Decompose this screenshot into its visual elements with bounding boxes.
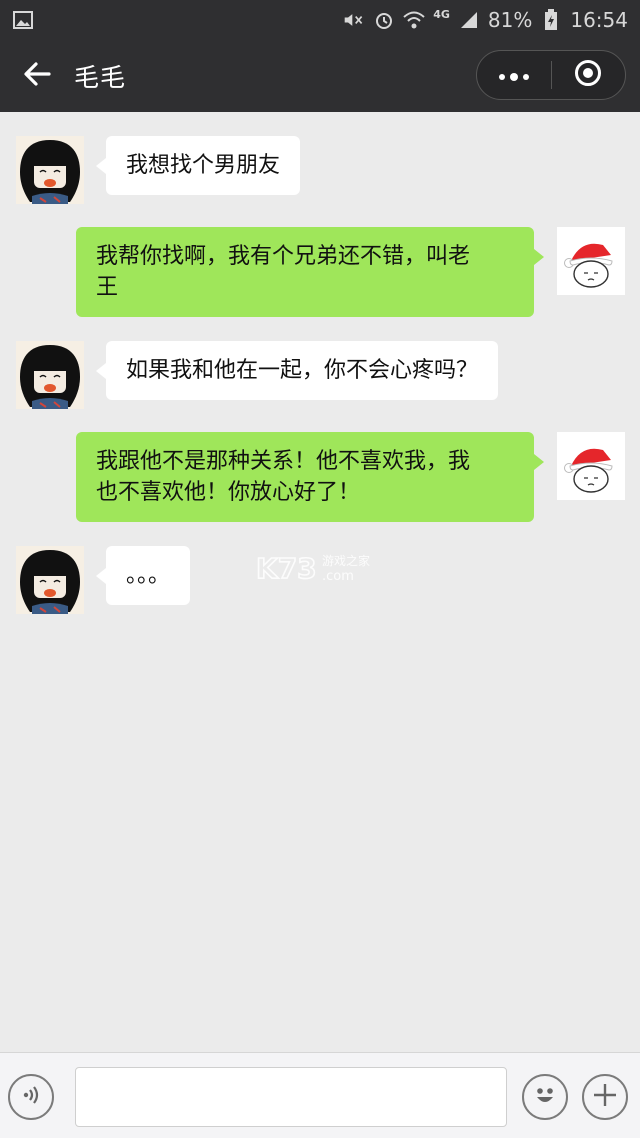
- image-icon: [12, 10, 34, 30]
- more-button[interactable]: [477, 51, 551, 99]
- message-bubble-incoming[interactable]: 如果我和他在一起，你不会心疼吗？: [95, 341, 499, 400]
- input-bar: [0, 1052, 640, 1138]
- watermark-brand: K73: [256, 552, 317, 585]
- watermark-sub: 游戏之家: [322, 553, 370, 568]
- message-bubble-incoming[interactable]: 我想找个男朋友: [95, 136, 301, 195]
- message-text: 。。。: [126, 563, 171, 588]
- k73-watermark: K73 游戏之家 .com: [255, 550, 386, 590]
- battery-icon: [540, 9, 562, 30]
- back-button[interactable]: [0, 40, 74, 112]
- contact-avatar[interactable]: [16, 341, 84, 409]
- alarm-icon: [373, 10, 395, 30]
- message-bubble-incoming[interactable]: 。。。: [95, 546, 191, 605]
- emoji-icon: [530, 1080, 560, 1114]
- message-text-line: 王: [96, 275, 119, 300]
- emoji-button[interactable]: [522, 1074, 568, 1120]
- message-text: 我想找个男朋友: [126, 153, 281, 178]
- chat-title: 毛毛: [74, 63, 127, 92]
- voice-icon: [19, 1083, 43, 1111]
- my-avatar[interactable]: [557, 227, 625, 295]
- mini-program-capsule: [476, 50, 626, 100]
- mute-icon: [343, 10, 365, 30]
- message-input[interactable]: [75, 1067, 507, 1127]
- voice-button[interactable]: [8, 1074, 54, 1120]
- my-avatar[interactable]: [557, 432, 625, 500]
- battery-percent: 81%: [487, 8, 533, 32]
- status-bar: 4G 81% 16:54: [0, 0, 640, 40]
- signal-icon: [458, 10, 480, 30]
- more-dots-icon: [498, 66, 530, 85]
- status-time: 16:54: [570, 8, 628, 32]
- contact-avatar[interactable]: [16, 546, 84, 614]
- arrow-left-icon: [23, 61, 51, 91]
- plus-icon: [592, 1082, 618, 1112]
- network-type: 4G: [433, 7, 450, 21]
- message-bubble-outgoing[interactable]: 我帮你找啊，我有个兄弟还不错，叫老 王: [76, 227, 544, 317]
- message-text: 如果我和他在一起，你不会心疼吗？: [126, 358, 479, 383]
- message-text-line: 也不喜欢他！你放心好了！: [96, 480, 361, 505]
- title-bar: 毛毛: [0, 40, 640, 112]
- wifi-icon: [403, 10, 425, 30]
- plus-button[interactable]: [582, 1074, 628, 1120]
- watermark-domain: .com: [322, 569, 354, 584]
- contact-avatar[interactable]: [16, 136, 84, 204]
- message-text-line: 我跟他不是那种关系！他不喜欢我，我: [96, 449, 471, 474]
- message-bubble-outgoing[interactable]: 我跟他不是那种关系！他不喜欢我，我 也不喜欢他！你放心好了！: [76, 432, 544, 522]
- message-text-line: 我帮你找啊，我有个兄弟还不错，叫老: [96, 244, 471, 269]
- target-close-icon: [574, 59, 602, 91]
- close-button[interactable]: [552, 51, 626, 99]
